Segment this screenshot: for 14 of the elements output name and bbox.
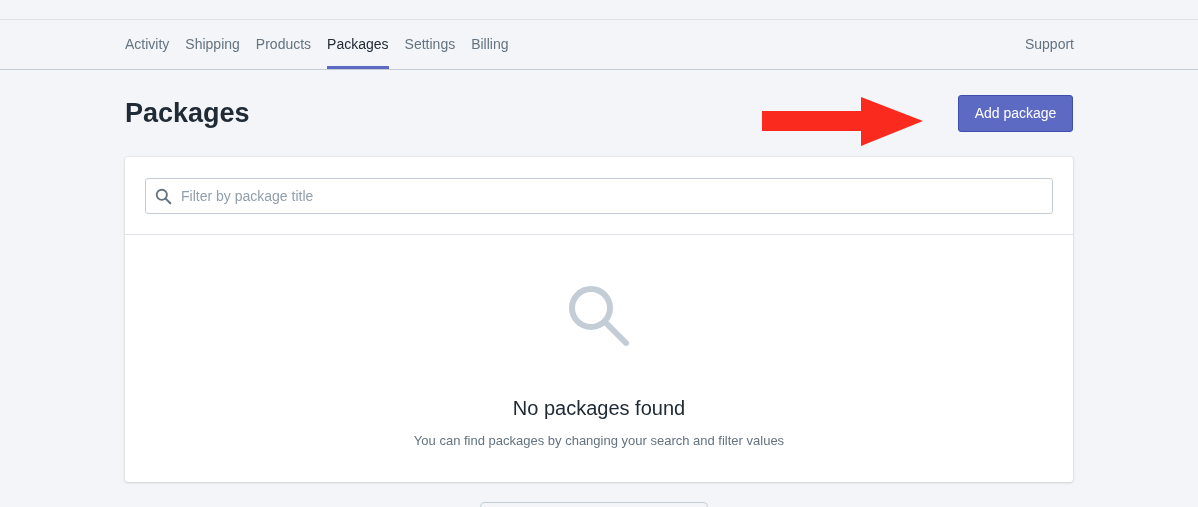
filter-field[interactable]: Filter by package title bbox=[145, 177, 1053, 214]
empty-state-heading: No packages found bbox=[512, 396, 686, 421]
nav-tab[interactable]: Products bbox=[255, 20, 312, 69]
nav-tab[interactable]: Activity bbox=[125, 20, 170, 69]
search-icon bbox=[155, 187, 172, 205]
nav-tab[interactable]: Settings bbox=[404, 20, 456, 69]
add-package-button[interactable]: Add package bbox=[958, 95, 1073, 132]
nav-tab[interactable]: Shipping bbox=[185, 20, 240, 69]
support-link[interactable]: Support bbox=[1024, 20, 1074, 69]
empty-state-message: You can find packages by changing your search and filter values bbox=[413, 432, 785, 450]
page-title: Packages bbox=[125, 97, 250, 131]
nav-tab[interactable]: Packages bbox=[327, 20, 389, 69]
search-icon bbox=[566, 283, 632, 349]
nav-tab[interactable]: Billing bbox=[471, 20, 509, 69]
